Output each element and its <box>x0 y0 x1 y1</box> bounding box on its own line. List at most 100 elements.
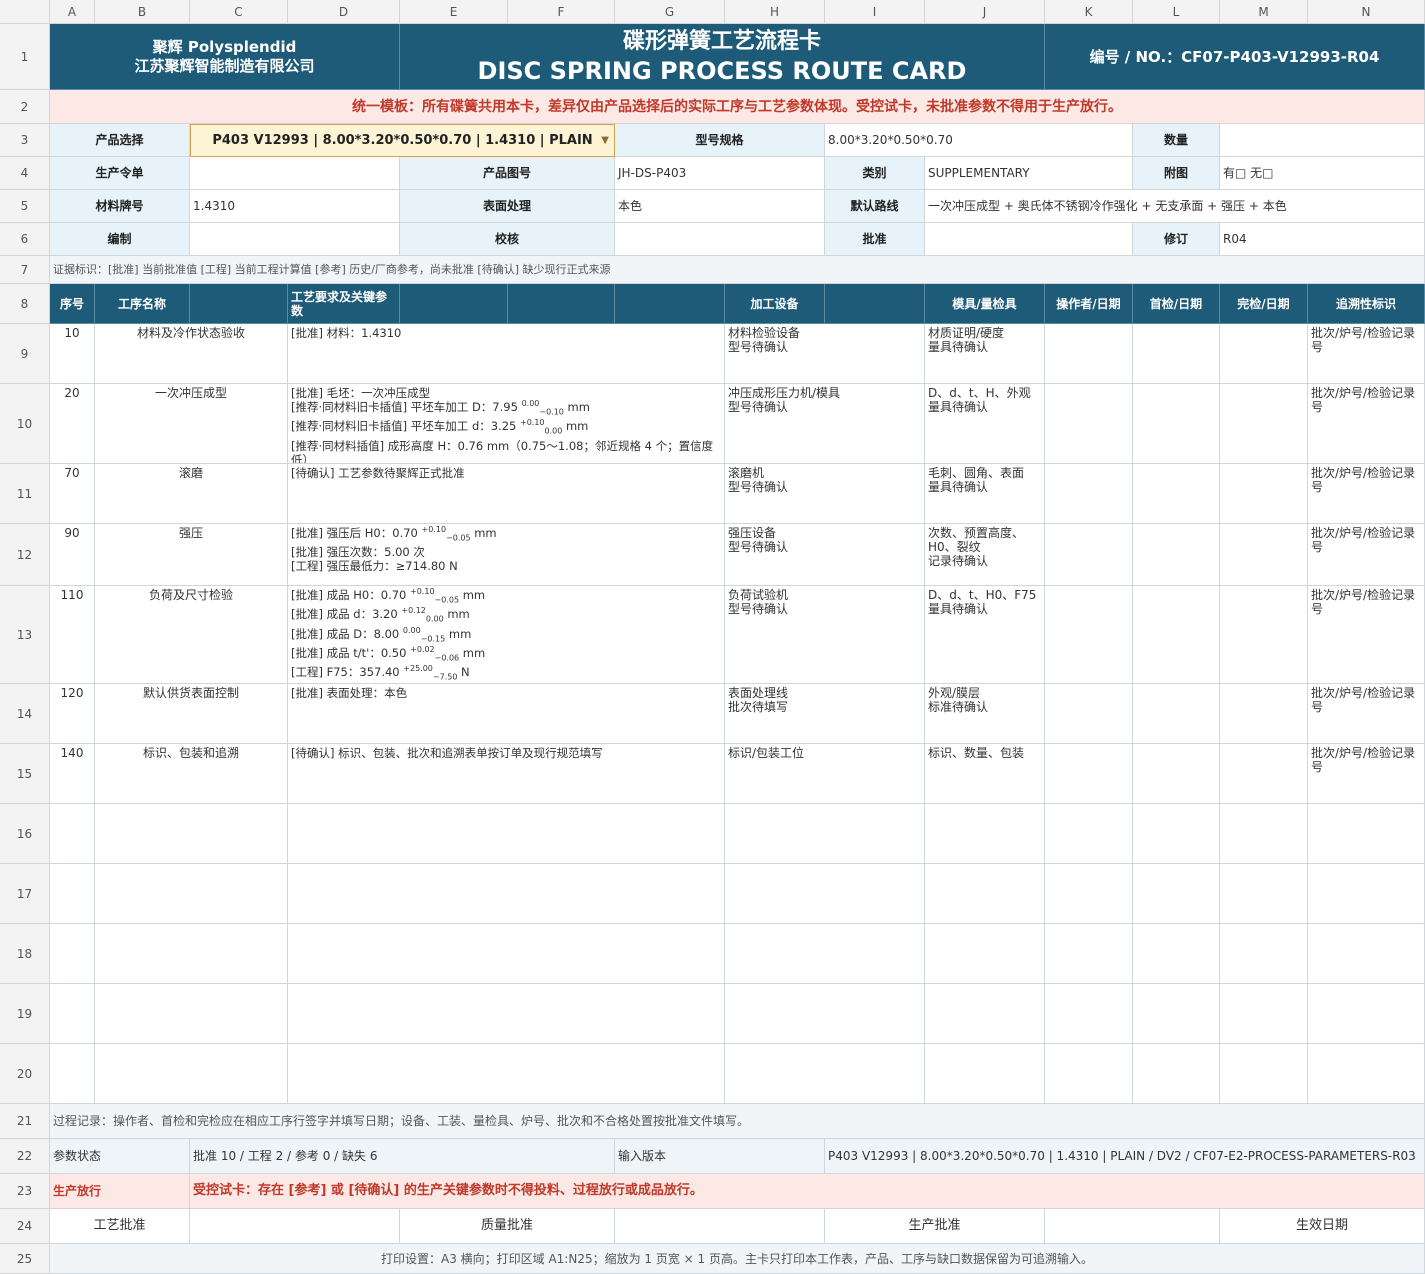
op-tooling[interactable]: 外观/膜层 标准待确认 <box>925 684 1045 744</box>
op-final-check-date[interactable] <box>1220 864 1308 924</box>
op-trace[interactable]: 批次/炉号/检验记录号 <box>1308 324 1425 384</box>
op-operator-date[interactable] <box>1045 384 1133 464</box>
op-final-check-date[interactable] <box>1220 384 1308 464</box>
order-value[interactable] <box>190 157 400 190</box>
op-operator-date[interactable] <box>1045 324 1133 384</box>
op-operator-date[interactable] <box>1045 524 1133 586</box>
op-equipment[interactable] <box>725 864 925 924</box>
column-header-H[interactable]: H <box>725 0 825 24</box>
row-header-19[interactable]: 19 <box>0 984 50 1044</box>
op-first-check-date[interactable] <box>1133 524 1220 586</box>
column-header-M[interactable]: M <box>1220 0 1308 24</box>
column-header-I[interactable]: I <box>825 0 925 24</box>
op-tooling[interactable]: 标识、数量、包装 <box>925 744 1045 804</box>
op-operator-date[interactable] <box>1045 864 1133 924</box>
op-requirements[interactable]: [待确认] 工艺参数待聚辉正式批准 <box>288 464 725 524</box>
column-header-J[interactable]: J <box>925 0 1045 24</box>
op-final-check-date[interactable] <box>1220 1044 1308 1104</box>
op-final-check-date[interactable] <box>1220 924 1308 984</box>
op-equipment[interactable] <box>725 804 925 864</box>
op-tooling[interactable] <box>925 924 1045 984</box>
op-first-check-date[interactable] <box>1133 384 1220 464</box>
op-trace[interactable] <box>1308 804 1425 864</box>
op-equipment[interactable]: 材料检验设备 型号待确认 <box>725 324 925 384</box>
op-first-check-date[interactable] <box>1133 744 1220 804</box>
row-header-3[interactable]: 3 <box>0 124 50 157</box>
op-first-check-date[interactable] <box>1133 1044 1220 1104</box>
row-header-6[interactable]: 6 <box>0 223 50 256</box>
op-first-check-date[interactable] <box>1133 684 1220 744</box>
approve-value[interactable] <box>925 223 1133 256</box>
op-first-check-date[interactable] <box>1133 984 1220 1044</box>
column-header-N[interactable]: N <box>1308 0 1425 24</box>
row-header-16[interactable]: 16 <box>0 804 50 864</box>
quantity-value[interactable] <box>1220 124 1425 157</box>
op-trace[interactable]: 批次/炉号/检验记录号 <box>1308 586 1425 684</box>
op-equipment[interactable] <box>725 1044 925 1104</box>
row-header-2[interactable]: 2 <box>0 90 50 124</box>
op-final-check-date[interactable] <box>1220 324 1308 384</box>
op-requirements[interactable]: [批准] 强压后 H0：0.70 +0.10−0.05 mm [批准] 强压次数：… <box>288 524 725 586</box>
op-operator-date[interactable] <box>1045 984 1133 1044</box>
product-select-dropdown[interactable]: P403 V12993 | 8.00*3.20*0.50*0.70 | 1.43… <box>190 124 615 157</box>
op-tooling[interactable]: D、d、t、H、外观 量具待确认 <box>925 384 1045 464</box>
op-operator-date[interactable] <box>1045 744 1133 804</box>
op-first-check-date[interactable] <box>1133 804 1220 864</box>
row-header-13[interactable]: 13 <box>0 586 50 684</box>
op-trace[interactable]: 批次/炉号/检验记录号 <box>1308 744 1425 804</box>
op-trace[interactable] <box>1308 864 1425 924</box>
op-equipment[interactable] <box>725 924 925 984</box>
row-header-20[interactable]: 20 <box>0 1044 50 1104</box>
op-first-check-date[interactable] <box>1133 324 1220 384</box>
op-operator-date[interactable] <box>1045 1044 1133 1104</box>
process-approve-value[interactable] <box>190 1209 400 1244</box>
row-header-22[interactable]: 22 <box>0 1139 50 1174</box>
column-header-K[interactable]: K <box>1045 0 1133 24</box>
column-header-B[interactable]: B <box>95 0 190 24</box>
op-requirements[interactable]: [批准] 材料：1.4310 <box>288 324 725 384</box>
production-approve-value[interactable] <box>1045 1209 1220 1244</box>
column-header-E[interactable]: E <box>400 0 508 24</box>
op-trace[interactable]: 批次/炉号/检验记录号 <box>1308 524 1425 586</box>
op-equipment[interactable]: 冲压成形压力机/模具 型号待确认 <box>725 384 925 464</box>
row-header-21[interactable]: 21 <box>0 1104 50 1139</box>
attachment-value[interactable]: 有□ 无□ <box>1220 157 1425 190</box>
revision-value[interactable]: R04 <box>1220 223 1425 256</box>
row-header-25[interactable]: 25 <box>0 1244 50 1274</box>
route-value[interactable]: 一次冲压成型 + 奥氏体不锈钢冷作强化 + 无支承面 + 强压 + 本色 <box>925 190 1425 223</box>
op-requirements[interactable]: [批准] 表面处理：本色 <box>288 684 725 744</box>
surface-value[interactable]: 本色 <box>615 190 825 223</box>
op-equipment[interactable]: 表面处理线 批次待填写 <box>725 684 925 744</box>
op-requirements[interactable] <box>288 924 725 984</box>
op-tooling[interactable]: 毛刺、圆角、表面 量具待确认 <box>925 464 1045 524</box>
op-equipment[interactable]: 强压设备 型号待确认 <box>725 524 925 586</box>
quality-approve-value[interactable] <box>615 1209 825 1244</box>
row-header-5[interactable]: 5 <box>0 190 50 223</box>
op-operator-date[interactable] <box>1045 804 1133 864</box>
op-final-check-date[interactable] <box>1220 984 1308 1044</box>
op-first-check-date[interactable] <box>1133 864 1220 924</box>
op-tooling[interactable]: 材质证明/硬度 量具待确认 <box>925 324 1045 384</box>
op-final-check-date[interactable] <box>1220 464 1308 524</box>
column-header-F[interactable]: F <box>508 0 615 24</box>
op-trace[interactable]: 批次/炉号/检验记录号 <box>1308 684 1425 744</box>
column-header-A[interactable]: A <box>50 0 95 24</box>
row-header-12[interactable]: 12 <box>0 524 50 586</box>
row-header-15[interactable]: 15 <box>0 744 50 804</box>
column-header-L[interactable]: L <box>1133 0 1220 24</box>
row-header-18[interactable]: 18 <box>0 924 50 984</box>
column-header-C[interactable]: C <box>190 0 288 24</box>
op-trace[interactable] <box>1308 1044 1425 1104</box>
op-requirements[interactable] <box>288 1044 725 1104</box>
row-header-1[interactable]: 1 <box>0 24 50 90</box>
op-requirements[interactable] <box>288 804 725 864</box>
op-tooling[interactable] <box>925 984 1045 1044</box>
op-first-check-date[interactable] <box>1133 586 1220 684</box>
op-final-check-date[interactable] <box>1220 524 1308 586</box>
column-header-D[interactable]: D <box>288 0 400 24</box>
row-header-9[interactable]: 9 <box>0 324 50 384</box>
op-trace[interactable] <box>1308 924 1425 984</box>
op-trace[interactable] <box>1308 984 1425 1044</box>
op-final-check-date[interactable] <box>1220 586 1308 684</box>
row-header-8[interactable]: 8 <box>0 284 50 324</box>
